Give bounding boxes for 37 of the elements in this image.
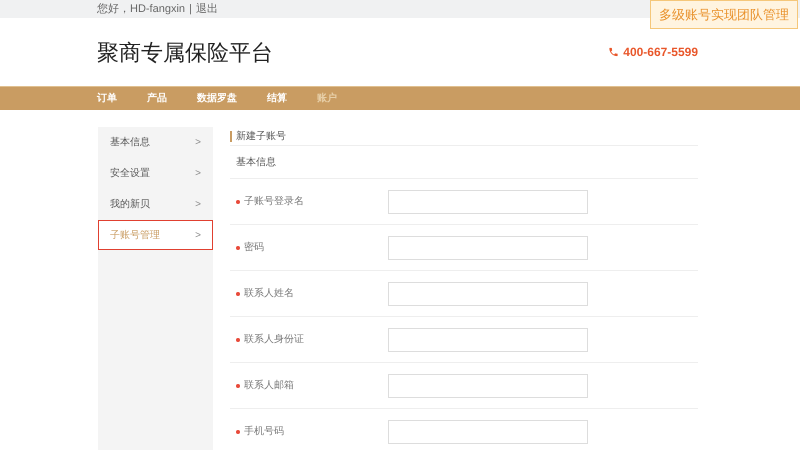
logout-link[interactable]: 退出 <box>196 0 218 18</box>
section-title: 基本信息 <box>236 156 276 170</box>
sidebar-item[interactable]: 基本信息 > <box>98 127 213 157</box>
callout-label: 多级账号实现团队管理 <box>650 0 798 29</box>
nav-item[interactable]: 结算 <box>267 91 287 106</box>
arrow-text: > <box>195 136 201 150</box>
arrow-text: > <box>195 228 201 242</box>
input-field[interactable] <box>388 328 588 352</box>
sidebar-item[interactable]: 子账号管理 > <box>98 220 213 250</box>
input-field[interactable] <box>388 420 588 444</box>
nav-item[interactable]: 产品 <box>147 91 167 106</box>
sidebar-label: 安全设置 <box>110 166 150 180</box>
input-field[interactable] <box>388 236 588 260</box>
field-label: 联系人身份证 <box>244 332 304 347</box>
input-field[interactable] <box>388 374 588 398</box>
nav-item[interactable]: 订单 <box>97 91 117 106</box>
sidebar-item[interactable]: 我的新贝 > <box>98 189 213 219</box>
input-field[interactable] <box>388 282 588 306</box>
nav-item[interactable]: 数据罗盘 <box>197 91 237 106</box>
site-title: 聚商专属保险平台 <box>97 38 273 66</box>
field-label: 联系人邮箱 <box>244 378 294 393</box>
sidebar-label: 基本信息 <box>110 136 150 150</box>
sidebar-item[interactable]: 安全设置 > <box>98 158 213 188</box>
greeting-text: 您好，HD-fangxin <box>97 2 186 17</box>
separator-text: | <box>189 2 192 17</box>
form-title: 新建子账号 <box>230 130 286 142</box>
sidebar-label: 子账号管理 <box>110 228 160 242</box>
field-label: 子账号登录名 <box>244 194 304 209</box>
field-label: 手机号码 <box>244 424 284 439</box>
phone-icon <box>608 46 620 58</box>
input-field[interactable] <box>388 190 588 214</box>
phone-number: 400-667-5599 <box>623 44 698 61</box>
arrow-text: > <box>195 198 201 212</box>
arrow-text: > <box>195 166 201 180</box>
field-label: 密码 <box>244 240 264 255</box>
field-label: 联系人姓名 <box>244 286 294 301</box>
sidebar-label: 我的新贝 <box>110 198 150 212</box>
